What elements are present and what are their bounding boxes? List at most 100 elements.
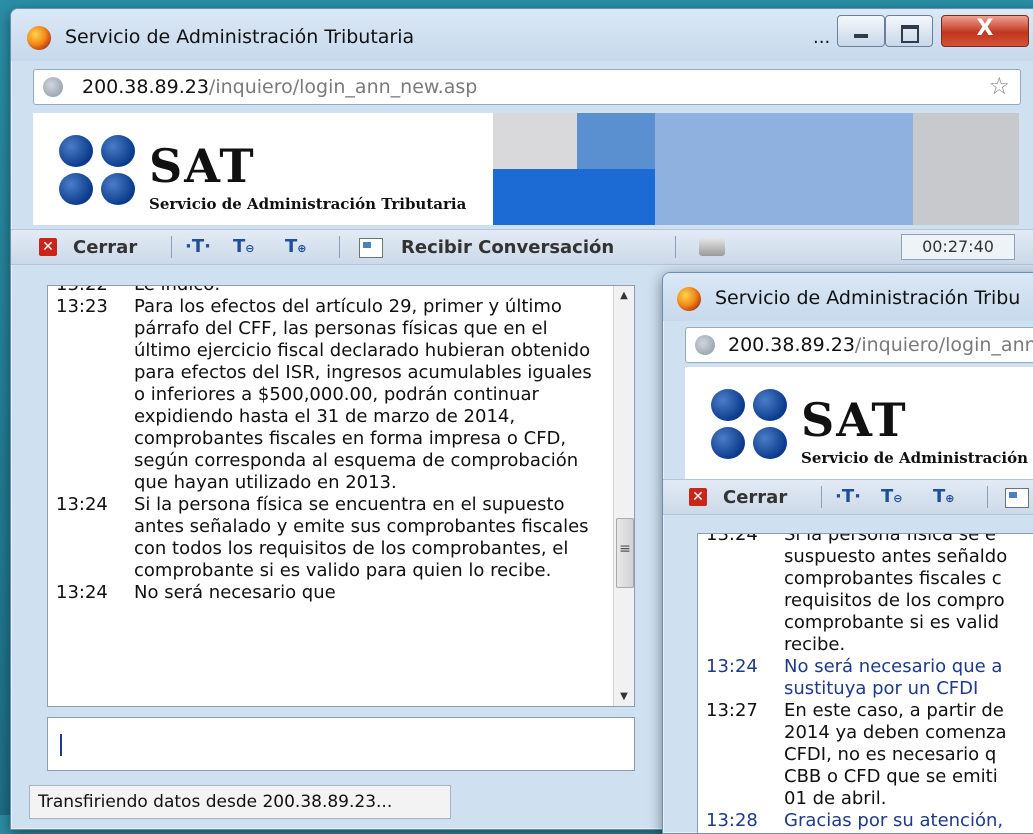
scroll-thumb[interactable] [616, 518, 634, 588]
message-text: comprobantes fiscales c [784, 568, 1002, 589]
url-text: 200.38.89.23/inquiero/login_ann [728, 334, 1033, 356]
chat-transcript[interactable]: 13:22Le indico:13:23Para los efectos del… [47, 285, 635, 707]
scroll-up-arrow[interactable]: ▲ [614, 290, 634, 301]
sat-logo-icon [59, 135, 139, 207]
receive-conversation-button[interactable]: Recibir Conversación [401, 237, 614, 258]
address-bar[interactable]: 200.38.89.23/inquiero/login_ann_new.asp … [33, 69, 1021, 105]
message-text: CFDI, no es necesario q [784, 744, 997, 765]
message-text: Si la persona física se encuentra en el … [134, 494, 589, 581]
window-title: Servicio de Administración Tribu [715, 287, 1021, 309]
message-time [706, 612, 784, 634]
message-text: recibe. [784, 634, 846, 655]
toolbar-separator [675, 236, 676, 258]
window-title: Servicio de Administración Tributaria [65, 26, 415, 48]
chat-message: comprobantes fiscales c [706, 568, 1033, 590]
firefox-icon [27, 26, 51, 50]
toolbar-separator [339, 236, 340, 258]
address-bar[interactable]: 200.38.89.23/inquiero/login_ann [685, 327, 1033, 363]
message-time [706, 722, 784, 744]
sat-logo-subtitle: Servicio de Administración T [801, 449, 1033, 467]
message-time: 13:24 [56, 494, 108, 515]
chat-message: 13:24 Si la persona física se encuentra e… [56, 494, 606, 582]
banner-block [913, 113, 1019, 225]
chat-message: sustituya por un CFDI [706, 678, 1033, 700]
toolbar-separator [987, 486, 988, 508]
text-cursor-icon[interactable]: ·T· [185, 236, 211, 257]
chat-message: CBB o CFD que se emiti [706, 766, 1033, 788]
title-overflow: ... [813, 27, 831, 48]
chat-message: CFDI, no es necesario q [706, 744, 1033, 766]
bookmark-star-icon[interactable]: ☆ [988, 72, 1010, 100]
chat-message: 13:24 Si la persona física se e [706, 533, 1033, 546]
message-list: 13:22Le indico:13:23Para los efectos del… [56, 286, 606, 604]
message-time [706, 766, 784, 788]
message-text: Le indico: [134, 286, 606, 296]
message-time: 13:28 [706, 810, 758, 831]
message-time: 13:27 [706, 700, 758, 721]
message-time: 13:24 [56, 582, 108, 603]
status-bar: Transfiriendo datos desde 200.38.89.23..… [29, 785, 451, 819]
message-text: 01 de abril. [784, 788, 887, 809]
decrease-font-icon[interactable]: T⊖ [881, 486, 903, 507]
sat-banner: SAT Servicio de Administración Tributari… [33, 113, 1019, 225]
close-chat-icon[interactable]: ✕ [39, 238, 57, 256]
chat-message: recibe. [706, 634, 1033, 656]
message-text: requisitos de los compro [784, 590, 1005, 611]
message-input[interactable] [47, 717, 635, 771]
receive-conversation-icon[interactable] [359, 238, 383, 258]
chat-message: requisitos de los compro [706, 590, 1033, 612]
chat-scrollbar[interactable]: ▲ ▼ [613, 286, 634, 706]
message-list: 13:24 Si la persona física se e suspuesto … [706, 533, 1033, 832]
text-cursor-icon[interactable]: ·T· [835, 486, 861, 507]
message-time: 13:24 [706, 533, 758, 545]
message-text: Gracias por su atención, [784, 810, 1004, 831]
message-text: CBB o CFD que se emiti [784, 766, 998, 787]
message-time: 13:22 [56, 286, 134, 296]
close-chat-button[interactable]: Cerrar [723, 487, 787, 508]
minimize-button[interactable] [837, 15, 885, 47]
chat-message: 13:22Le indico: [56, 286, 606, 296]
message-text: suspuesto antes señaldo [784, 546, 1008, 567]
chat-message: 13:27 En este caso, a partir de [706, 700, 1033, 722]
close-chat-button[interactable]: Cerrar [73, 237, 137, 258]
receive-conversation-icon[interactable] [1005, 488, 1029, 508]
chat-message: 13:28 Gracias por su atención, [706, 810, 1033, 832]
maximize-button[interactable] [885, 15, 933, 47]
globe-icon [43, 77, 63, 97]
banner-block [577, 113, 655, 169]
title-bar: Servicio de Administración Tributaria ..… [11, 9, 1033, 61]
chat-message: 01 de abril. [706, 788, 1033, 810]
chat-message: 13:23 Para los efectos del artículo 29, p… [56, 296, 606, 494]
chat-message: 2014 ya deben comenza [706, 722, 1033, 744]
message-time: 13:23 [56, 296, 108, 317]
message-time [706, 568, 784, 590]
message-text: No será necesario que [134, 582, 336, 603]
message-text: sustituya por un CFDI [784, 678, 979, 699]
scroll-down-arrow[interactable]: ▼ [614, 691, 634, 702]
sat-logo-text: SAT [149, 139, 256, 193]
increase-font-icon[interactable]: T⊕ [933, 486, 955, 507]
sat-logo-subtitle: Servicio de Administración Tributaria [149, 195, 467, 213]
increase-font-icon[interactable]: T⊕ [285, 236, 307, 257]
status-text: Transfiriendo datos desde 200.38.89.23..… [38, 792, 393, 812]
chat-transcript[interactable]: 13:24 Si la persona física se e suspuesto … [697, 533, 1033, 833]
chat-message: 13:24 No será necesario que a [706, 656, 1033, 678]
close-window-button[interactable]: X [941, 15, 1029, 47]
second-browser-window: Servicio de Administración Tribu 200.38.… [662, 272, 1033, 834]
chat-message: comprobante si es valid [706, 612, 1033, 634]
message-time [706, 788, 784, 810]
message-text: 2014 ya deben comenza [784, 722, 1007, 743]
message-text: Si la persona física se e [784, 533, 996, 545]
message-time [706, 744, 784, 766]
title-bar: Servicio de Administración Tribu [663, 273, 1033, 321]
printer-icon[interactable] [699, 238, 725, 256]
chat-message: suspuesto antes señaldo [706, 546, 1033, 568]
close-chat-icon[interactable]: ✕ [689, 488, 707, 506]
message-text: No será necesario que a [784, 656, 1003, 677]
chat-toolbar: ✕ Cerrar ·T· T⊖ T⊕ [663, 479, 1033, 515]
message-time [706, 634, 784, 656]
decrease-font-icon[interactable]: T⊖ [233, 236, 255, 257]
message-text: comprobante si es valid [784, 612, 999, 633]
toolbar-separator [821, 486, 822, 508]
banner-block [493, 169, 655, 225]
